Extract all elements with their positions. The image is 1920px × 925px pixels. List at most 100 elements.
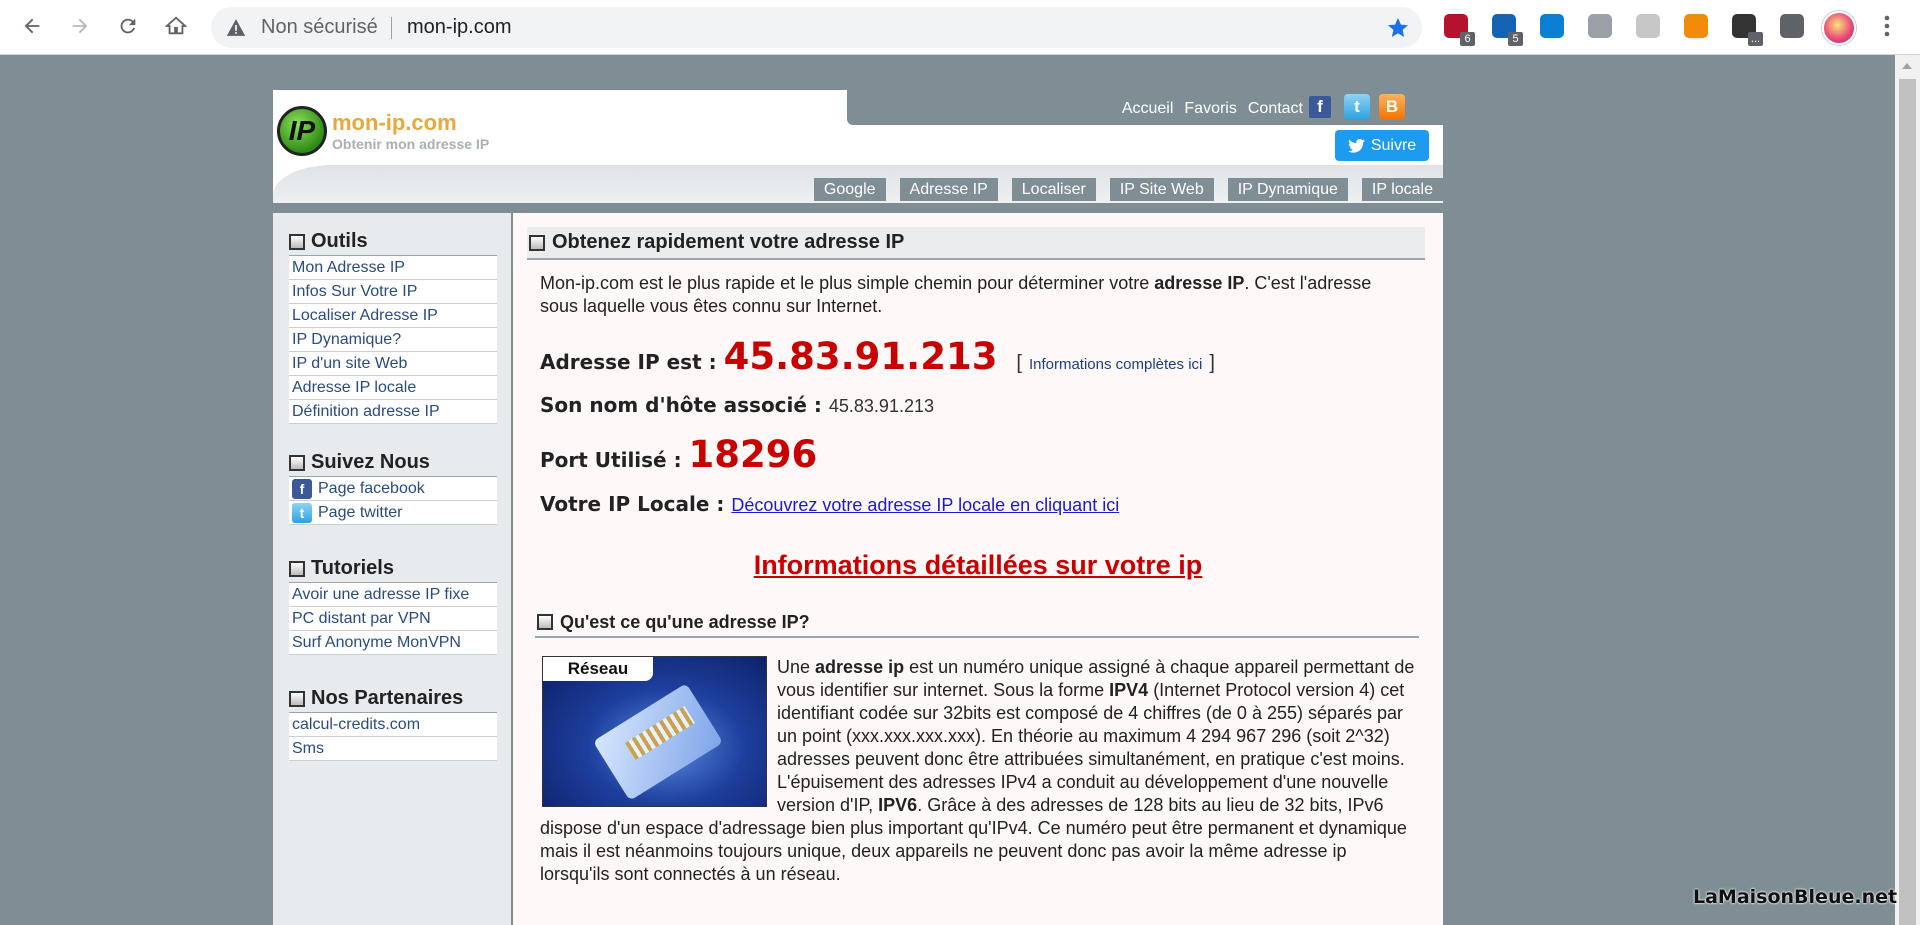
sidebar-item-label: Page twitter bbox=[318, 503, 403, 521]
main-heading: Obtenez rapidement votre adresse IP bbox=[527, 227, 1425, 260]
ip-label: Adresse IP est : bbox=[540, 350, 724, 374]
sidebar-item-definition[interactable]: Définition adresse IP bbox=[289, 400, 497, 424]
skype-icon[interactable] bbox=[1538, 12, 1566, 40]
top-link-favoris[interactable]: Favoris bbox=[1184, 100, 1236, 118]
network-image: Réseau bbox=[542, 656, 767, 807]
checkbox-icon bbox=[289, 233, 305, 250]
local-ip-row: Votre IP Locale : Découvrez votre adress… bbox=[540, 492, 1119, 516]
vlc-icon[interactable] bbox=[1682, 12, 1710, 40]
checkbox-icon bbox=[289, 560, 305, 577]
extension-glyph bbox=[1684, 14, 1708, 38]
home-icon bbox=[165, 16, 187, 35]
warning-icon bbox=[226, 19, 246, 36]
sidebar-item-ip-fixe[interactable]: Avoir une adresse IP fixe bbox=[289, 583, 497, 607]
ublock-icon[interactable]: 6 bbox=[1442, 12, 1475, 46]
reload-icon bbox=[120, 18, 136, 34]
details-link[interactable]: Informations détaillées sur votre ip bbox=[513, 550, 1443, 581]
url-text[interactable]: mon-ip.com bbox=[407, 7, 511, 48]
extension-badge: ... bbox=[1748, 32, 1763, 46]
browser-menu-button[interactable] bbox=[1872, 11, 1902, 41]
section-title: Nos Partenaires bbox=[311, 687, 464, 709]
ip-info-link[interactable]: Informations complètes ici bbox=[1029, 356, 1202, 373]
watermark: LaMaisonBleue.net bbox=[1693, 886, 1898, 908]
twitter-icon: t bbox=[292, 502, 312, 523]
omnibox-divider bbox=[391, 17, 392, 39]
forward-button[interactable] bbox=[65, 11, 95, 41]
sidebar-item-infos-ip[interactable]: Infos Sur Votre IP bbox=[289, 280, 497, 304]
sidebar-item-twitter[interactable]: t Page twitter bbox=[289, 501, 497, 525]
twitter-icon[interactable]: t bbox=[1344, 94, 1370, 120]
page-scrollbar[interactable] bbox=[1895, 55, 1920, 925]
home-button[interactable] bbox=[161, 11, 191, 41]
speedometer-icon[interactable]: ... bbox=[1730, 12, 1763, 46]
security-label[interactable]: Non sécurisé bbox=[261, 7, 378, 48]
checkbox-icon bbox=[529, 234, 545, 251]
hostname-label: Son nom d'hôte associé : bbox=[540, 393, 829, 417]
local-ip-link[interactable]: Découvrez votre adresse IP locale en cli… bbox=[731, 495, 1119, 515]
site-logo[interactable]: IP bbox=[277, 106, 327, 156]
sidebar-item-sms[interactable]: Sms bbox=[289, 737, 497, 761]
puzzle-icon[interactable] bbox=[1778, 12, 1806, 40]
sidebar-item-mon-adresse-ip[interactable]: Mon Adresse IP bbox=[289, 256, 497, 280]
hostname-value: 45.83.91.213 bbox=[828, 396, 934, 416]
sidebar-item-ip-site-web[interactable]: IP d'un site Web bbox=[289, 352, 497, 376]
main-content: Obtenez rapidement votre adresse IP Mon-… bbox=[513, 213, 1443, 925]
top-link-accueil[interactable]: Accueil bbox=[1122, 100, 1174, 118]
question-heading: Qu'est ce qu'une adresse IP? bbox=[535, 608, 1419, 638]
shield-icon[interactable] bbox=[1586, 12, 1614, 40]
checkbox-icon bbox=[289, 690, 305, 707]
sidebar-section-partenaires: Nos Partenaires calcul-credits.com Sms bbox=[289, 685, 497, 761]
tab-ip-locale[interactable]: IP locale bbox=[1361, 178, 1443, 201]
blogger-icon[interactable]: B bbox=[1379, 94, 1405, 120]
extension-badge: 5 bbox=[1508, 32, 1523, 46]
malwarebytes-icon[interactable]: 5 bbox=[1490, 12, 1523, 46]
sidebar-item-calcul-credits[interactable]: calcul-credits.com bbox=[289, 713, 497, 737]
address-bar[interactable]: Non sécurisé mon-ip.com bbox=[211, 7, 1422, 48]
ip-row: Adresse IP est : 45.83.91.213 [ Informat… bbox=[540, 335, 1215, 378]
article-bold: adresse ip bbox=[815, 657, 905, 677]
tab-localiser[interactable]: Localiser bbox=[1011, 178, 1096, 201]
back-button[interactable] bbox=[17, 11, 47, 41]
checkbox-icon bbox=[289, 454, 305, 471]
sidebar-item-localiser[interactable]: Localiser Adresse IP bbox=[289, 304, 497, 328]
top-link-contact[interactable]: Contact bbox=[1248, 100, 1303, 118]
logo-text: IP bbox=[288, 115, 316, 146]
facebook-icon[interactable]: f bbox=[1309, 96, 1331, 118]
article-bold: IPV4 bbox=[1109, 680, 1149, 700]
port-row: Port Utilisé : 18296 bbox=[540, 433, 817, 476]
sidebar-item-facebook[interactable]: f Page facebook bbox=[289, 477, 497, 501]
sidebar-item-vpn[interactable]: PC distant par VPN bbox=[289, 607, 497, 631]
twitter-bird-icon bbox=[1347, 138, 1365, 153]
profile-avatar[interactable] bbox=[1822, 11, 1856, 45]
reload-button[interactable] bbox=[113, 11, 143, 41]
port-label: Port Utilisé : bbox=[540, 448, 689, 472]
bookmark-star-icon[interactable] bbox=[1386, 16, 1410, 40]
arch-icon[interactable] bbox=[1634, 12, 1662, 40]
sidebar-item-monvpn[interactable]: Surf Anonyme MonVPN bbox=[289, 631, 497, 655]
forward-arrow-icon bbox=[72, 18, 88, 34]
sidebar-item-ip-dynamique[interactable]: IP Dynamique? bbox=[289, 328, 497, 352]
back-arrow-icon bbox=[24, 18, 40, 34]
tab-adresse-ip[interactable]: Adresse IP bbox=[899, 178, 998, 201]
scroll-up-arrow-icon[interactable] bbox=[1902, 63, 1912, 69]
scrollbar-thumb[interactable] bbox=[1899, 79, 1916, 925]
tab-google[interactable]: Google bbox=[813, 178, 886, 201]
extension-glyph bbox=[1636, 14, 1660, 38]
article-bold: IPV6 bbox=[878, 795, 918, 815]
site-header: IP mon-ip.com Obtenir mon adresse IP Acc… bbox=[273, 90, 1443, 203]
tab-ip-site-web[interactable]: IP Site Web bbox=[1109, 178, 1214, 201]
question-title: Qu'est ce qu'une adresse IP? bbox=[560, 611, 810, 632]
sidebar-heading: Tutoriels bbox=[289, 555, 497, 583]
twitter-follow-button[interactable]: Suivre bbox=[1335, 130, 1429, 161]
site-brand[interactable]: mon-ip.com bbox=[332, 110, 457, 136]
sidebar: Outils Mon Adresse IP Infos Sur Votre IP… bbox=[273, 213, 511, 925]
site-tabs: Google Adresse IP Localiser IP Site Web … bbox=[813, 178, 1443, 201]
ip-value: 45.83.91.213 bbox=[723, 335, 998, 378]
facebook-icon: f bbox=[292, 478, 312, 499]
tab-ip-dynamique[interactable]: IP Dynamique bbox=[1227, 178, 1348, 201]
sidebar-item-ip-locale[interactable]: Adresse IP locale bbox=[289, 376, 497, 400]
bracket-open: [ bbox=[1016, 352, 1022, 374]
extension-glyph bbox=[1780, 14, 1804, 38]
extension-glyph bbox=[1540, 14, 1564, 38]
sidebar-heading: Nos Partenaires bbox=[289, 685, 497, 713]
